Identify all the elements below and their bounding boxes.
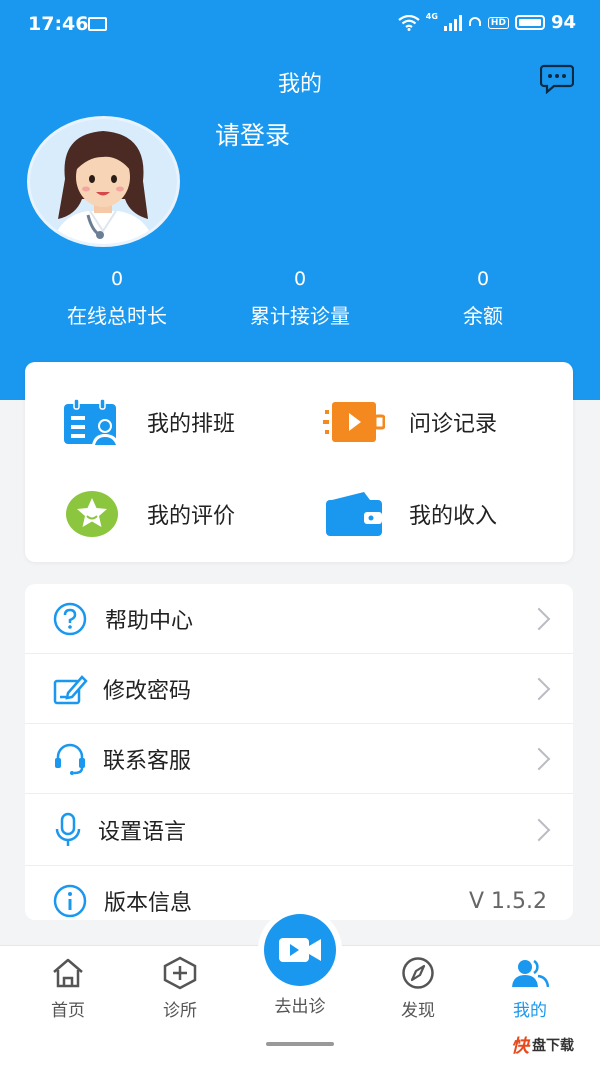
stat-value: 0 [476, 268, 490, 290]
quick-actions-card: 我的排班 问诊记录 我的评价 我的收入 [25, 362, 573, 562]
chevron-right-icon [527, 677, 551, 700]
stat-balance: 0 余额 [393, 268, 573, 329]
star-rating-icon [61, 488, 123, 540]
go-consult-button[interactable] [258, 908, 342, 992]
login-prompt[interactable]: 请登录 [215, 116, 290, 152]
network-type: 4G [425, 12, 438, 21]
battery-level: 94 [550, 12, 576, 33]
headphone-icon [468, 16, 481, 26]
wifi-icon [398, 14, 420, 31]
nav-mine[interactable]: 我的 [480, 956, 580, 1021]
chevron-right-icon [527, 818, 551, 841]
battery-icon [514, 15, 545, 30]
menu-item-label: 版本信息 [104, 891, 193, 916]
stat-label: 余额 [463, 304, 503, 328]
quick-action-my-reviews[interactable]: 我的评价 [61, 484, 235, 544]
chevron-right-icon [527, 747, 551, 770]
headset-icon [51, 740, 89, 778]
status-indicators: 4G HD 94 [398, 12, 576, 33]
wallet-icon [323, 488, 385, 540]
video-camera-icon [264, 914, 336, 986]
nav-label: 发现 [401, 1001, 435, 1021]
quick-action-schedule[interactable]: 我的排班 [61, 392, 235, 452]
stat-label: 累计接诊量 [250, 304, 350, 328]
version-number: V 1.5.2 [468, 888, 547, 914]
signal-icon [443, 14, 462, 31]
notification-icon [88, 17, 107, 31]
status-bar: 17:46 4G HD 94 [0, 0, 600, 52]
message-icon[interactable] [540, 64, 574, 94]
settings-menu: 帮助中心 修改密码 联系客服 设置语言 版本信息 V 1.5.2 [25, 584, 573, 920]
stat-value: 0 [293, 268, 307, 290]
menu-item-contact-support[interactable]: 联系客服 [25, 724, 573, 794]
edit-password-icon [51, 670, 89, 708]
watermark-text: 盘下载 [532, 1038, 574, 1054]
stats-row: 0 在线总时长 0 累计接诊量 0 余额 [0, 268, 600, 338]
menu-item-label: 修改密码 [103, 678, 192, 704]
avatar[interactable] [27, 116, 180, 247]
quick-action-my-income[interactable]: 我的收入 [323, 484, 497, 544]
home-icon [18, 956, 118, 990]
page-title: 我的 [277, 72, 322, 97]
stat-total-consultations: 0 累计接诊量 [210, 268, 390, 329]
doctor-avatar-icon [52, 131, 155, 244]
go-consult-label[interactable]: 去出诊 [250, 992, 350, 1017]
watermark-logo: 快 盘下载 [508, 1031, 594, 1059]
menu-item-label: 设置语言 [98, 819, 187, 845]
quick-action-label: 我的评价 [147, 504, 236, 529]
quick-action-consult-records[interactable]: 问诊记录 [323, 392, 497, 452]
menu-item-help-center[interactable]: 帮助中心 [25, 584, 573, 654]
menu-item-label: 联系客服 [103, 748, 192, 774]
info-icon [51, 882, 89, 920]
stat-value: 0 [110, 268, 124, 290]
menu-item-label: 帮助中心 [105, 608, 194, 634]
hd-badge: HD [487, 16, 509, 29]
compass-icon [368, 956, 468, 990]
quick-action-label: 我的收入 [409, 504, 498, 529]
watermark-brand: 快 [511, 1036, 529, 1057]
video-record-icon [323, 396, 385, 448]
chevron-right-icon [527, 607, 551, 630]
quick-action-label: 我的排班 [147, 412, 236, 437]
nav-label: 诊所 [163, 1001, 197, 1021]
nav-home[interactable]: 首页 [18, 956, 118, 1021]
nav-discover[interactable]: 发现 [368, 956, 468, 1021]
quick-action-label: 问诊记录 [409, 412, 498, 437]
nav-clinic[interactable]: 诊所 [130, 956, 230, 1021]
help-icon [51, 600, 89, 638]
microphone-icon [49, 811, 87, 849]
nav-label: 首页 [51, 1001, 85, 1021]
home-indicator[interactable] [266, 1042, 334, 1046]
stat-online-time: 0 在线总时长 [27, 268, 207, 329]
plus-circle-icon [130, 956, 230, 990]
menu-item-set-language[interactable]: 设置语言 [25, 794, 573, 866]
schedule-icon [61, 396, 123, 448]
menu-item-change-password[interactable]: 修改密码 [25, 654, 573, 724]
status-time: 17:46 [28, 13, 89, 35]
nav-label: 我的 [513, 1001, 547, 1021]
users-icon [480, 956, 580, 990]
stat-label: 在线总时长 [67, 304, 167, 328]
